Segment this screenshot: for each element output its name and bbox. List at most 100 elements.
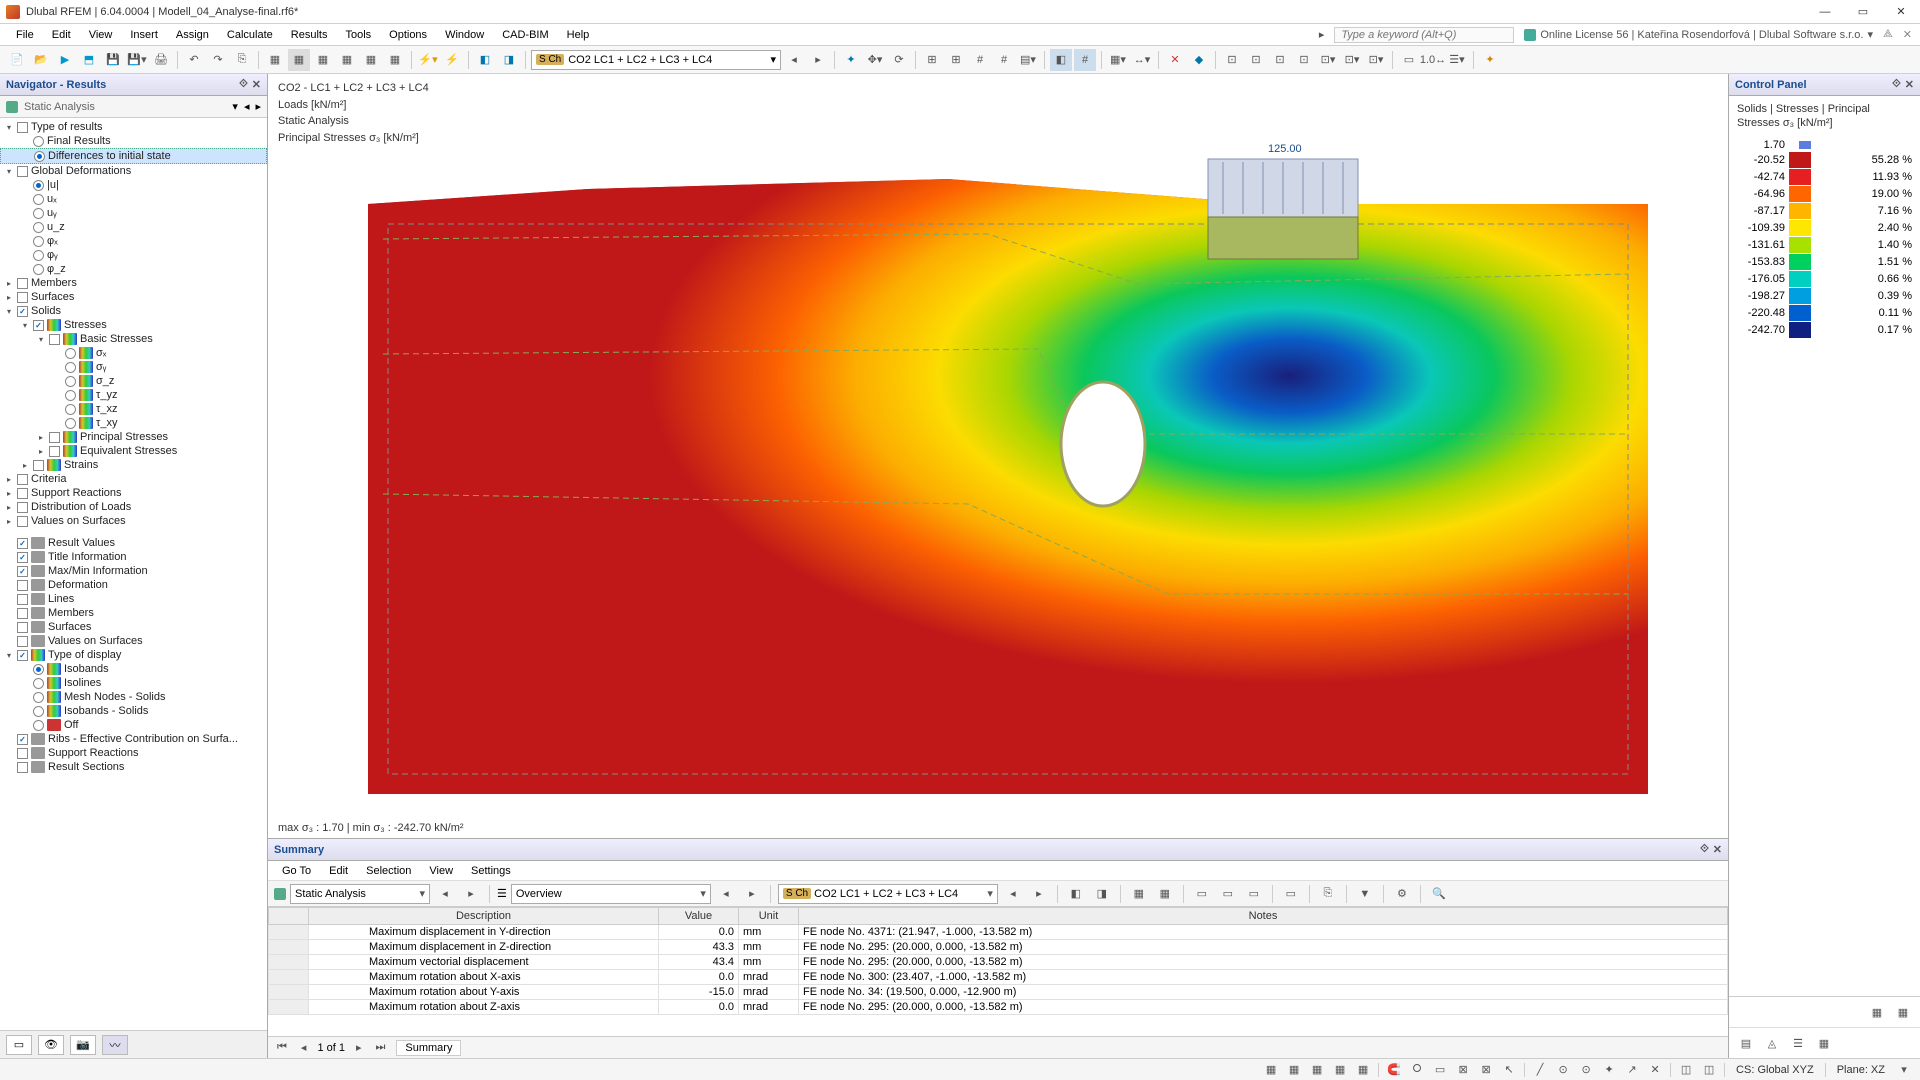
cp-mode3-button[interactable]: ☰ <box>1787 1032 1809 1054</box>
tree-item[interactable]: ▸Values on Surfaces <box>0 514 267 528</box>
summary-overview-combo[interactable]: Overview <box>511 884 711 904</box>
checkbox[interactable] <box>17 488 28 499</box>
summary-prev2-button[interactable]: ◂ <box>715 883 737 905</box>
tree-item[interactable]: uₓ <box>0 192 267 206</box>
tree-item[interactable]: Ribs - Effective Contribution on Surfa..… <box>0 732 267 746</box>
load-case-combo[interactable]: S Ch CO2 LC1 + LC2 + LC3 + LC4 ▾ <box>531 50 781 70</box>
summary-menu-view[interactable]: View <box>421 863 461 879</box>
checkbox[interactable] <box>17 594 28 605</box>
show-values-button[interactable]: # <box>1074 49 1096 71</box>
nav-tab-results[interactable]: 〰 <box>102 1035 128 1055</box>
dropdown-icon[interactable]: ▾ <box>232 100 238 113</box>
checkbox[interactable] <box>17 278 28 289</box>
summary-tool3[interactable]: ▦ <box>1128 883 1150 905</box>
scale-button[interactable]: ↔▾ <box>1131 49 1153 71</box>
summary-tab[interactable]: Summary <box>396 1040 461 1056</box>
tree-item[interactable]: ▸Equivalent Stresses <box>0 444 267 458</box>
menu-insert[interactable]: Insert <box>122 27 166 43</box>
summary-menu-settings[interactable]: Settings <box>463 863 519 879</box>
tree-item[interactable]: ▸Members <box>0 276 267 290</box>
tree-item[interactable]: Differences to initial state <box>0 148 267 164</box>
tree-item[interactable]: Result Sections <box>0 760 267 774</box>
sb-o2[interactable]: ⊙ <box>1553 1061 1573 1079</box>
sb-snap4[interactable]: ⊠ <box>1453 1061 1473 1079</box>
menu-file[interactable]: File <box>8 27 42 43</box>
summary-table[interactable]: DescriptionValueUnitNotesMaximum displac… <box>268 907 1728 1036</box>
menu-results[interactable]: Results <box>283 27 336 43</box>
tree-item[interactable]: Final Results <box>0 134 267 148</box>
menu-help[interactable]: Help <box>559 27 598 43</box>
tree-item[interactable]: φ_z <box>0 262 267 276</box>
summary-pin-icon[interactable]: ⟐ <box>1700 843 1709 856</box>
summary-menu-edit[interactable]: Edit <box>321 863 356 879</box>
tree-item[interactable]: τ_yz <box>0 388 267 402</box>
tree-item[interactable]: ▸Distribution of Loads <box>0 500 267 514</box>
tree-item[interactable]: Off <box>0 718 267 732</box>
cp-extra1-button[interactable]: ▦ <box>1866 1001 1888 1023</box>
tree-item[interactable]: ▾Type of display <box>0 648 267 662</box>
radio[interactable] <box>33 706 44 717</box>
checkbox[interactable] <box>17 502 28 513</box>
table-row[interactable]: Maximum rotation about Y-axis-15.0mradFE… <box>269 985 1728 1000</box>
render2-button[interactable]: 1.0↔ <box>1422 49 1444 71</box>
checkbox[interactable] <box>17 566 28 577</box>
calc-all-button[interactable]: ⚡ <box>441 49 463 71</box>
menu-options[interactable]: Options <box>381 27 435 43</box>
open-file-button[interactable]: 📂 <box>30 49 52 71</box>
tree-item[interactable]: u_z <box>0 220 267 234</box>
summary-tool8[interactable]: ▭ <box>1280 883 1302 905</box>
summary-prev3-button[interactable]: ◂ <box>1002 883 1024 905</box>
axis-button[interactable]: ✦ <box>840 49 862 71</box>
opt3-button[interactable]: ⊡ <box>1269 49 1291 71</box>
show-results-button[interactable]: ◧ <box>1050 49 1072 71</box>
summary-settings-button[interactable]: ⚙ <box>1391 883 1413 905</box>
pager-first-button[interactable]: ⏮ <box>274 1041 290 1054</box>
tree-item[interactable]: Values on Surfaces <box>0 634 267 648</box>
sb-last[interactable]: ▾ <box>1894 1061 1914 1079</box>
cp-mode4-button[interactable]: ▦ <box>1813 1032 1835 1054</box>
radio[interactable] <box>65 418 76 429</box>
tree-item[interactable]: φₓ <box>0 234 267 248</box>
misc-button[interactable]: ✦ <box>1479 49 1501 71</box>
summary-close-icon[interactable]: ✕ <box>1713 843 1722 856</box>
radio[interactable] <box>65 348 76 359</box>
radio[interactable] <box>33 208 44 219</box>
tree-item[interactable]: Isobands - Solids <box>0 704 267 718</box>
opt1-button[interactable]: ⊡ <box>1221 49 1243 71</box>
checkbox[interactable] <box>17 538 28 549</box>
maximize-button[interactable]: ▭ <box>1850 3 1876 21</box>
summary-tool5[interactable]: ▭ <box>1191 883 1213 905</box>
tree-item[interactable]: σᵧ <box>0 360 267 374</box>
prev-case-button[interactable]: ◂ <box>783 49 805 71</box>
tree-item[interactable]: τ_xy <box>0 416 267 430</box>
view-1-button[interactable]: ▦ <box>264 49 286 71</box>
tree-item[interactable]: ▸Strains <box>0 458 267 472</box>
summary-menu-go-to[interactable]: Go To <box>274 863 319 879</box>
menu-window[interactable]: Window <box>437 27 492 43</box>
summary-tool4[interactable]: ▦ <box>1154 883 1176 905</box>
cp-extra2-button[interactable]: ▦ <box>1892 1001 1914 1023</box>
tree-item[interactable]: ▾Basic Stresses <box>0 332 267 346</box>
checkbox[interactable] <box>49 334 60 345</box>
radio[interactable] <box>33 180 44 191</box>
close-button[interactable]: ✕ <box>1888 3 1914 21</box>
summary-tool6[interactable]: ▭ <box>1217 883 1239 905</box>
menu-cad-bim[interactable]: CAD-BIM <box>494 27 556 43</box>
numbering2-button[interactable]: # <box>993 49 1015 71</box>
close-workspace-icon[interactable]: ✕ <box>1903 28 1912 41</box>
sb-snap3[interactable]: ▭ <box>1430 1061 1450 1079</box>
tree-item[interactable]: σ_z <box>0 374 267 388</box>
radio[interactable] <box>33 678 44 689</box>
sb-btn-2[interactable]: ▦ <box>1284 1061 1304 1079</box>
nav-prev-icon[interactable]: ◂ <box>244 100 250 113</box>
save-button[interactable]: 💾 <box>102 49 124 71</box>
pin-icon[interactable]: ⟐ <box>239 78 248 91</box>
sb-o4[interactable]: ✦ <box>1599 1061 1619 1079</box>
summary-export-button[interactable]: ⎘ <box>1317 883 1339 905</box>
results-toggle-button[interactable]: ◧ <box>474 49 496 71</box>
grid-button[interactable]: ⊞ <box>921 49 943 71</box>
grid2-button[interactable]: ⊞ <box>945 49 967 71</box>
nav-next-icon[interactable]: ▸ <box>255 100 261 113</box>
tree-item[interactable]: Title Information <box>0 550 267 564</box>
sb-o6[interactable]: ✕ <box>1645 1061 1665 1079</box>
